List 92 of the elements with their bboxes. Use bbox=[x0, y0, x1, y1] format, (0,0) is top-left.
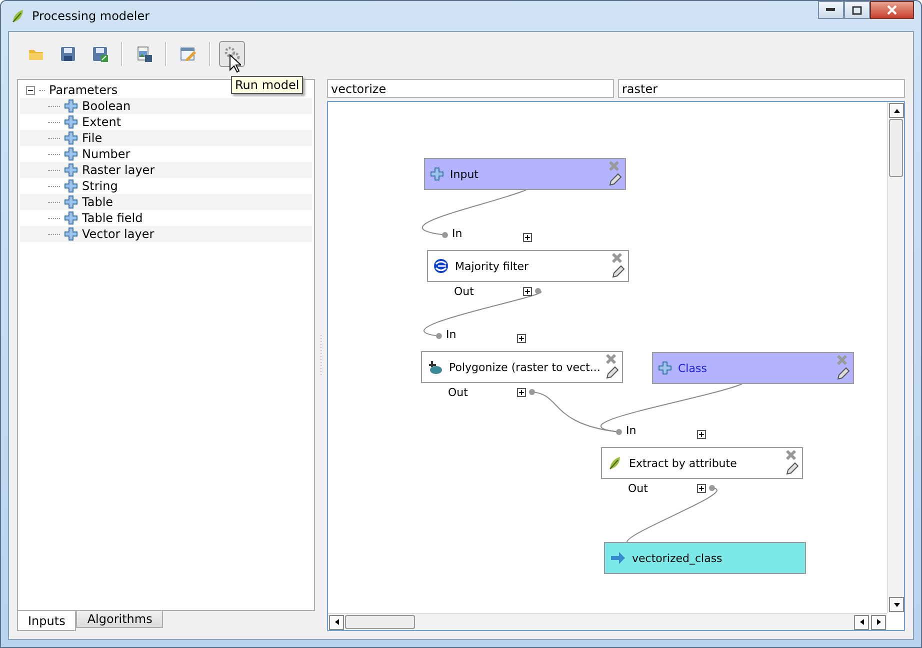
left-arrow-icon bbox=[332, 618, 340, 626]
maximize-icon bbox=[852, 6, 862, 14]
expand-icon[interactable] bbox=[517, 388, 526, 397]
scrollbar-thumb[interactable] bbox=[345, 615, 415, 629]
scroll-down-button[interactable] bbox=[889, 597, 904, 612]
right-arrow-icon bbox=[874, 618, 882, 626]
left-arrow-icon bbox=[858, 618, 866, 626]
port-dot-icon bbox=[528, 388, 536, 396]
port-label: Out bbox=[454, 285, 474, 298]
expand-icon[interactable] bbox=[517, 334, 526, 343]
window-title: Processing modeler bbox=[32, 9, 150, 23]
maximize-button[interactable] bbox=[844, 1, 870, 19]
expand-icon[interactable] bbox=[697, 484, 706, 493]
plus-icon bbox=[64, 211, 78, 225]
tree-item[interactable]: Number bbox=[82, 147, 130, 161]
node-label: Majority filter bbox=[455, 260, 529, 272]
scroll-left-button[interactable] bbox=[329, 614, 344, 630]
delete-icon bbox=[785, 449, 797, 461]
node-label: Polygonize (raster to vect... bbox=[449, 360, 600, 374]
plus-icon bbox=[64, 115, 78, 129]
globe-icon bbox=[433, 258, 449, 274]
pencil-icon bbox=[608, 172, 622, 186]
algorithm-node[interactable]: Polygonize (raster to vect... bbox=[421, 351, 623, 383]
plus-icon bbox=[430, 167, 444, 181]
delete-icon bbox=[836, 354, 848, 366]
tree-item[interactable]: String bbox=[82, 179, 118, 193]
document-pencil-icon bbox=[180, 46, 196, 62]
close-button[interactable] bbox=[870, 1, 914, 19]
up-arrow-icon bbox=[892, 106, 900, 114]
algorithm-node[interactable]: Extract by attribute bbox=[601, 447, 803, 479]
pencil-icon bbox=[611, 264, 625, 278]
tree-item[interactable]: Table field bbox=[82, 211, 143, 225]
minimize-icon bbox=[826, 8, 836, 12]
close-icon bbox=[887, 5, 897, 15]
scroll-right-button[interactable] bbox=[871, 614, 886, 630]
scroll-up-button[interactable] bbox=[889, 103, 904, 118]
port-dot-icon bbox=[615, 428, 623, 436]
tree-item[interactable]: Table bbox=[82, 195, 114, 209]
expand-icon[interactable] bbox=[697, 430, 706, 439]
pencil-icon bbox=[605, 365, 619, 379]
tree-item[interactable]: Parameters bbox=[49, 83, 118, 97]
delete-icon bbox=[608, 160, 620, 172]
plus-icon bbox=[658, 361, 672, 375]
node-label: vectorized_class bbox=[632, 552, 722, 564]
input-node[interactable]: Input bbox=[424, 158, 626, 190]
port-dot-icon bbox=[441, 231, 449, 239]
expand-icon[interactable] bbox=[523, 287, 532, 296]
port-label: Out bbox=[628, 482, 648, 495]
port-dot-icon bbox=[708, 484, 716, 492]
group-name-field[interactable]: raster bbox=[618, 79, 905, 98]
port-label: In bbox=[626, 424, 636, 437]
tab[interactable]: Inputs bbox=[17, 611, 76, 631]
tree-item[interactable]: Boolean bbox=[82, 99, 131, 113]
tab[interactable]: Algorithms bbox=[76, 611, 164, 628]
port-label: Out bbox=[448, 386, 468, 399]
tooltip: Run model bbox=[231, 76, 304, 94]
plus-icon bbox=[64, 147, 78, 161]
mouse-pointer-icon bbox=[229, 54, 241, 73]
plus-icon bbox=[64, 179, 78, 193]
output-node[interactable]: vectorized_class bbox=[604, 542, 806, 574]
model-name-field[interactable]: vectorize bbox=[327, 79, 614, 98]
algorithm-node[interactable]: Majority filter bbox=[427, 250, 629, 282]
plus-icon bbox=[64, 163, 78, 177]
tree-item[interactable]: File bbox=[82, 131, 102, 145]
port-label: In bbox=[452, 227, 462, 240]
scroll-left-button[interactable] bbox=[854, 614, 869, 630]
minimize-button[interactable] bbox=[818, 1, 844, 19]
node-label: Input bbox=[450, 168, 478, 180]
pencil-icon bbox=[785, 461, 799, 475]
image-export-icon bbox=[136, 46, 152, 62]
port-label: In bbox=[446, 328, 456, 341]
arrow-icon bbox=[610, 551, 626, 565]
pencil-icon bbox=[836, 366, 850, 380]
node-label: Class bbox=[678, 362, 707, 374]
port-dot-icon bbox=[534, 287, 542, 295]
delete-icon bbox=[605, 353, 617, 365]
node-label: Extract by attribute bbox=[629, 456, 737, 470]
port-dot-icon bbox=[435, 332, 443, 340]
app-logo-icon bbox=[10, 8, 26, 24]
down-arrow-icon bbox=[892, 600, 900, 608]
plus-icon bbox=[64, 131, 78, 145]
plus-icon bbox=[64, 99, 78, 113]
input-node[interactable]: Class bbox=[652, 352, 854, 384]
plus-icon bbox=[64, 195, 78, 209]
scrollbar-thumb[interactable] bbox=[889, 119, 903, 177]
splitter-handle-icon[interactable] bbox=[320, 335, 322, 375]
leaf-icon bbox=[607, 455, 623, 471]
expand-icon[interactable] bbox=[523, 233, 532, 242]
collapse-icon[interactable] bbox=[26, 86, 35, 94]
delete-icon bbox=[611, 252, 623, 264]
tree-item[interactable]: Extent bbox=[82, 115, 122, 129]
plus-icon bbox=[64, 227, 78, 241]
